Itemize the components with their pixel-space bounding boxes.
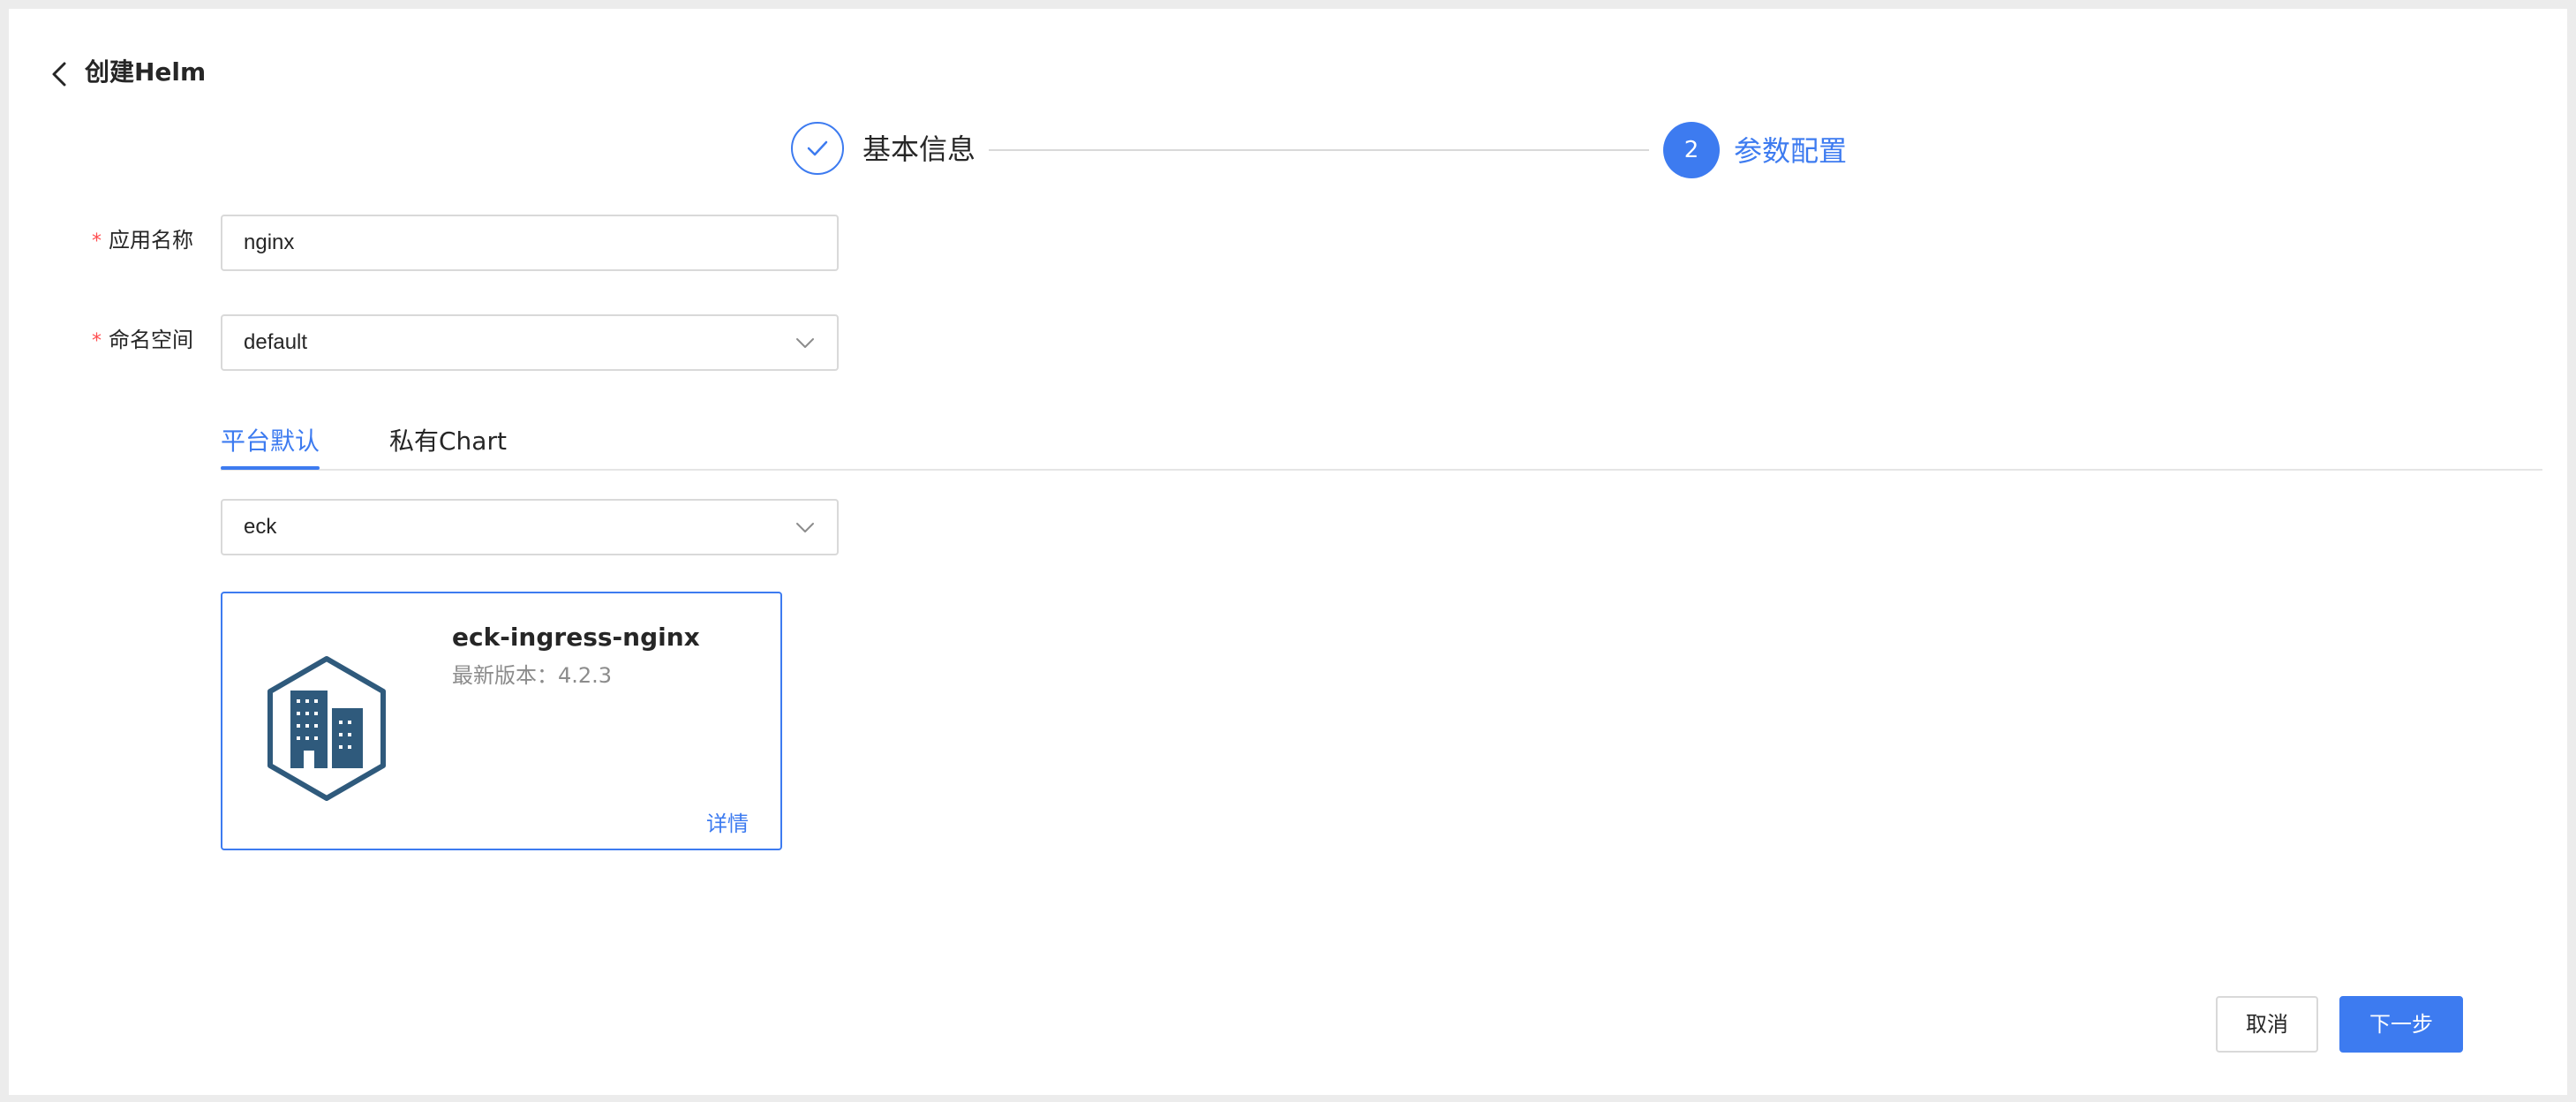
cancel-button[interactable]: 取消 [2216, 996, 2318, 1053]
required-mark: * [92, 330, 102, 352]
app-name-label: * 应用名称 [92, 226, 193, 256]
step-1-indicator [791, 122, 844, 175]
step-1-label: 基本信息 [862, 132, 976, 166]
step-2-label: 参数配置 [1734, 134, 1848, 168]
chart-repo-select[interactable]: eck [221, 499, 839, 555]
chart-name: eck-ingress-nginx [452, 623, 700, 652]
app-name-input[interactable] [221, 215, 839, 271]
namespace-select[interactable]: default [221, 314, 839, 371]
next-step-button[interactable]: 下一步 [2339, 996, 2463, 1053]
chart-card[interactable]: eck-ingress-nginx 最新版本：4.2.3 详情 [221, 592, 782, 850]
step-connector [989, 149, 1649, 151]
namespace-select-value: default [244, 330, 308, 354]
back-arrow-icon[interactable] [48, 58, 71, 90]
namespace-label: * 命名空间 [92, 326, 193, 356]
tab-private-chart[interactable]: 私有Chart [389, 424, 507, 459]
namespace-label-text: 命名空间 [109, 328, 193, 352]
active-tab-indicator [221, 466, 320, 470]
tab-platform-default[interactable]: 平台默认 [221, 424, 320, 459]
check-icon [807, 140, 828, 156]
chart-repo-select-value: eck [244, 515, 277, 539]
chart-version: 最新版本：4.2.3 [452, 663, 613, 688]
chevron-down-icon [796, 338, 814, 348]
required-mark: * [92, 230, 102, 253]
chart-detail-link[interactable]: 详情 [706, 809, 749, 839]
step-2-indicator: 2 [1663, 122, 1720, 178]
chevron-down-icon [796, 523, 814, 532]
tabs-divider [221, 469, 2542, 471]
page-title: 创建Helm [85, 57, 207, 87]
page-panel: 创建Helm 基本信息 2 参数配置 * 应用名称 * 命名空间 default 平… [9, 9, 2567, 1095]
app-name-label-text: 应用名称 [109, 228, 193, 253]
building-icon [267, 656, 386, 801]
